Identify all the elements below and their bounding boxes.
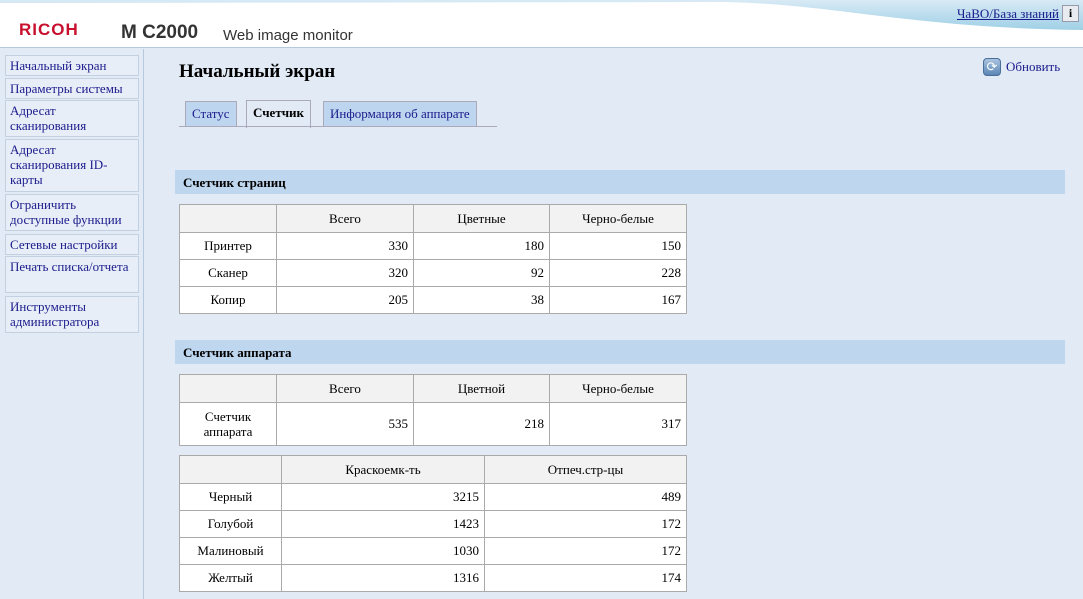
cell: 180 (413, 232, 550, 260)
tab-status[interactable]: Статус (185, 101, 237, 126)
machine-counter-table: Всего Цветной Черно-белые Счетчик аппара… (179, 374, 687, 446)
table-row: Черный 3215 489 (179, 483, 687, 511)
refresh-icon: ⟳ (983, 58, 1001, 76)
tab-counter[interactable]: Счетчик (246, 100, 312, 128)
header-cell: Всего (276, 374, 414, 403)
tab-device-info[interactable]: Информация об аппарате (323, 101, 477, 126)
refresh-button[interactable]: ⟳ Обновить (983, 58, 1060, 76)
sidebar-item-home[interactable]: Начальный экран (5, 55, 139, 76)
cell: 489 (484, 483, 687, 511)
cell: 1030 (281, 537, 485, 565)
header-cell: Цветные (413, 204, 550, 233)
model-name: M C2000 (121, 22, 199, 43)
cell: 317 (549, 402, 687, 446)
toner-table: Краскоемк-ть Отпеч.стр-цы Черный 3215 489 … (179, 455, 687, 592)
row-label: Голубой (179, 510, 282, 538)
refresh-label: Обновить (1006, 59, 1061, 74)
row-label: Принтер (179, 232, 277, 260)
cell: 228 (549, 259, 687, 287)
header-cell (179, 204, 277, 233)
row-label: Счетчик аппарата (179, 402, 277, 446)
header-cell: Черно-белые (549, 374, 687, 403)
sidebar-item-system-settings[interactable]: Параметры системы (5, 78, 139, 99)
sidebar-item-restrict-functions[interactable]: Ограничить доступные функции (5, 194, 139, 231)
header-cell (179, 455, 282, 484)
sidebar-item-network-settings[interactable]: Сетевые настройки (5, 234, 139, 255)
cell: 92 (413, 259, 550, 287)
table-header-row: Всего Цветные Черно-белые (179, 204, 687, 233)
header-cell: Цветной (413, 374, 550, 403)
row-label: Малиновый (179, 537, 282, 565)
cell: 1316 (281, 564, 485, 592)
header-cell: Отпеч.стр-цы (484, 455, 687, 484)
cell: 150 (549, 232, 687, 260)
cell: 205 (276, 286, 414, 314)
header-cell: Всего (276, 204, 414, 233)
faq-link[interactable]: ЧаВО/База знаний (957, 6, 1059, 22)
header-cell: Черно-белые (549, 204, 687, 233)
header-cell: Краскоемк-ть (281, 455, 485, 484)
sidebar-item-id-card-scan-destination[interactable]: Адресат сканирования ID-карты (5, 139, 139, 192)
sidebar-item-scan-destination[interactable]: Адресат сканирования (5, 100, 139, 137)
section-machine-counter: Счетчик аппарата (175, 340, 1065, 364)
table-row: Копир 205 38 167 (179, 286, 687, 314)
row-label: Черный (179, 483, 282, 511)
table-row: Малиновый 1030 172 (179, 537, 687, 565)
table-header-row: Краскоемк-ть Отпеч.стр-цы (179, 455, 687, 484)
info-icon[interactable]: i (1062, 5, 1079, 22)
tab-divider (179, 126, 497, 127)
cell: 535 (276, 402, 414, 446)
header: RICOH M C2000 Web image monitor ЧаВО/Баз… (0, 0, 1083, 48)
cell: 320 (276, 259, 414, 287)
cell: 167 (549, 286, 687, 314)
page-title: Начальный экран (179, 61, 336, 82)
cell: 172 (484, 510, 687, 538)
table-row: Принтер 330 180 150 (179, 232, 687, 260)
row-label: Копир (179, 286, 277, 314)
page-counter-table: Всего Цветные Черно-белые Принтер 330 180 1… (179, 204, 687, 314)
cell: 218 (413, 402, 550, 446)
cell: 330 (276, 232, 414, 260)
sidebar-item-print-list[interactable]: Печать списка/отчета (5, 256, 139, 293)
table-row: Голубой 1423 172 (179, 510, 687, 538)
ricoh-logo: RICOH (19, 20, 79, 39)
cell: 3215 (281, 483, 485, 511)
sidebar: Начальный экран Параметры системы Адреса… (0, 49, 144, 599)
sidebar-item-admin-tools[interactable]: Инструменты администратора (5, 296, 139, 333)
app-subtitle: Web image monitor (223, 27, 353, 44)
header-cell (179, 374, 277, 403)
section-page-counter: Счетчик страниц (175, 170, 1065, 194)
row-label: Сканер (179, 259, 277, 287)
cell: 174 (484, 564, 687, 592)
cell: 1423 (281, 510, 485, 538)
table-row: Желтый 1316 174 (179, 564, 687, 592)
cell: 38 (413, 286, 550, 314)
row-label: Желтый (179, 564, 282, 592)
cell: 172 (484, 537, 687, 565)
table-row: Сканер 320 92 228 (179, 259, 687, 287)
table-row: Счетчик аппарата 535 218 317 (179, 402, 687, 446)
table-header-row: Всего Цветной Черно-белые (179, 374, 687, 403)
